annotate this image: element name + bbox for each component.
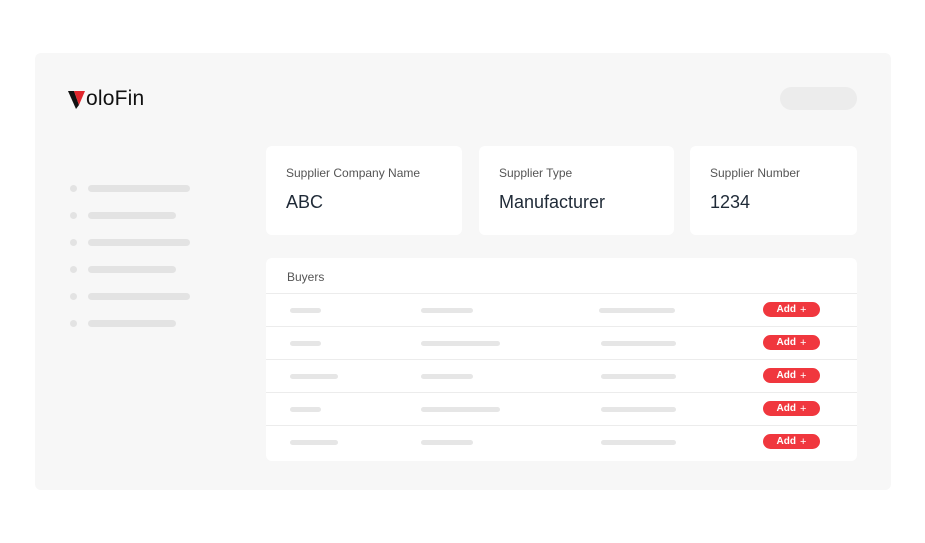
table-row: Add + (266, 425, 857, 458)
cell-placeholder (421, 374, 473, 379)
plus-icon: + (800, 435, 807, 448)
plus-icon: + (800, 336, 807, 349)
supplier-type-card: Supplier Type Manufacturer (479, 146, 674, 235)
cell-placeholder (290, 440, 338, 445)
cell-placeholder (601, 440, 676, 445)
user-menu-placeholder[interactable] (780, 87, 857, 110)
cell-placeholder (290, 341, 321, 346)
cell-placeholder (601, 374, 676, 379)
cell-placeholder (290, 308, 321, 313)
sidebar-bullet (70, 239, 77, 246)
sidebar-item-placeholder (88, 185, 190, 192)
table-row: Add + (266, 392, 857, 425)
add-buyer-button[interactable]: Add + (763, 434, 820, 449)
v-mark-icon (68, 88, 86, 110)
supplier-number-card: Supplier Number 1234 (690, 146, 857, 235)
card-value: ABC (286, 192, 324, 212)
add-buyer-button[interactable]: Add + (763, 401, 820, 416)
logo-text: oloFin (86, 87, 145, 110)
cell-placeholder (290, 407, 321, 412)
sidebar-bullet (70, 185, 77, 192)
sidebar-item-placeholder (88, 212, 176, 219)
volofin-logo[interactable]: oloFin (68, 87, 144, 111)
card-value: Manufacturer (499, 192, 606, 212)
app-window: oloFin Supplier Company Name ABC Supplie… (35, 53, 891, 490)
add-button-label: Add (776, 403, 796, 414)
table-row: Add + (266, 293, 857, 326)
add-button-label: Add (776, 436, 796, 447)
sidebar-item-placeholder (88, 266, 176, 273)
buyers-table: Buyers Add + Add + Add + Add + Add + (266, 258, 857, 461)
card-label: Supplier Company Name (286, 166, 421, 180)
cell-placeholder (290, 374, 338, 379)
supplier-company-name-card: Supplier Company Name ABC (266, 146, 462, 235)
card-label: Supplier Number (710, 166, 801, 180)
add-button-label: Add (776, 370, 796, 381)
cell-placeholder (421, 341, 500, 346)
table-row: Add + (266, 326, 857, 359)
sidebar-bullet (70, 212, 77, 219)
add-button-label: Add (776, 304, 796, 315)
add-buyer-button[interactable]: Add + (763, 368, 820, 383)
table-row: Add + (266, 359, 857, 392)
sidebar-item-placeholder (88, 320, 176, 327)
card-label: Supplier Type (499, 166, 573, 180)
add-button-label: Add (776, 337, 796, 348)
cell-placeholder (601, 341, 676, 346)
sidebar-item-placeholder (88, 293, 190, 300)
cell-placeholder (421, 440, 473, 445)
plus-icon: + (800, 303, 807, 316)
sidebar-bullet (70, 266, 77, 273)
plus-icon: + (800, 402, 807, 415)
plus-icon: + (800, 369, 807, 382)
cell-placeholder (421, 308, 473, 313)
cell-placeholder (599, 308, 675, 313)
buyers-title: Buyers (287, 270, 325, 284)
sidebar-bullet (70, 293, 77, 300)
cell-placeholder (601, 407, 676, 412)
card-value: 1234 (710, 192, 751, 212)
add-buyer-button[interactable]: Add + (763, 335, 820, 350)
add-buyer-button[interactable]: Add + (763, 302, 820, 317)
cell-placeholder (421, 407, 500, 412)
sidebar-item-placeholder (88, 239, 190, 246)
sidebar-bullet (70, 320, 77, 327)
